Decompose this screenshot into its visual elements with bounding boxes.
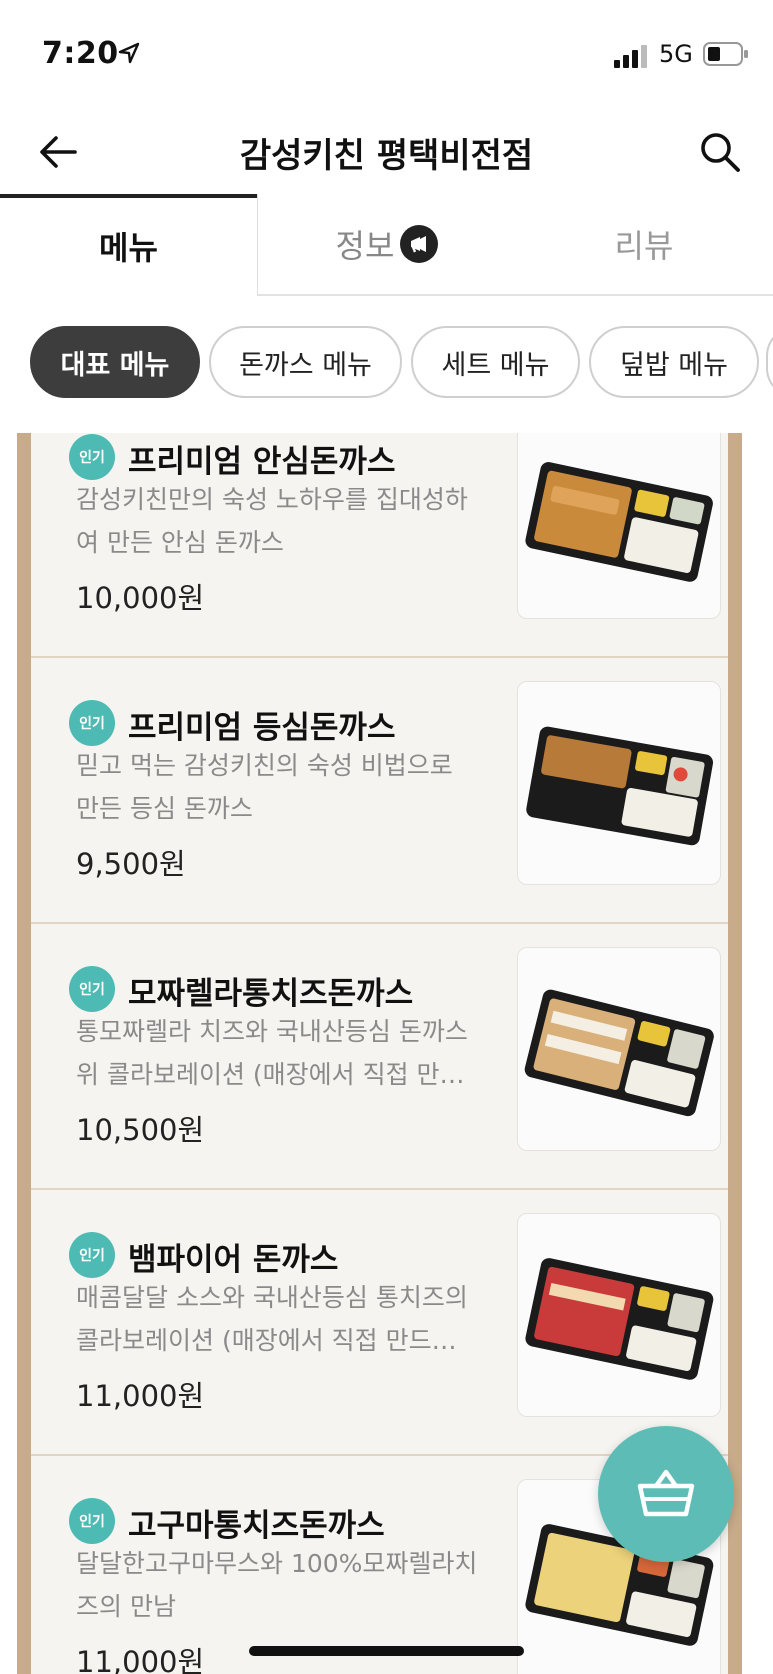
menu-item-desc-line1: 통모짜렐라 치즈와 국내산등심 돈까스 (76, 1017, 468, 1046)
menu-item-name: 뱀파이어 돈까스 (128, 1242, 339, 1278)
menu-item-price: 9,500원 (76, 847, 186, 881)
lunchbox-image (525, 1258, 714, 1380)
popular-badge: 인기 (69, 1232, 115, 1278)
menu-item-desc-line1: 믿고 먹는 감성키친의 숙성 비법으로 (76, 751, 453, 780)
lunchbox-image (526, 726, 714, 846)
menu-item-name: 고구마통치즈돈까스 (128, 1508, 385, 1544)
status-bar: 7:20 5G (0, 0, 773, 110)
menu-item-desc-line1: 감성키친만의 숙성 노하우를 집대성하 (76, 485, 468, 514)
menu-item-desc-line2: 여 만든 안심 돈까스 (76, 528, 284, 557)
popular-badge: 인기 (69, 966, 115, 1012)
lunchbox-image (524, 989, 714, 1117)
network-type: 5G (659, 40, 693, 68)
tab-menu-label: 메뉴 (99, 229, 158, 267)
menu-item-price: 10,000원 (76, 581, 205, 615)
page-title: 감성키친 평택비전점 (239, 136, 534, 176)
menu-item-photo (517, 947, 721, 1151)
category-chips: 대표 메뉴 돈까스 메뉴 세트 메뉴 덮밥 메뉴 (0, 326, 773, 402)
menu-item-name: 프리미엄 안심돈까스 (128, 444, 396, 480)
popular-badge: 인기 (69, 1498, 115, 1544)
cellular-signal-icon (614, 45, 647, 68)
menu-item[interactable]: 인기 프리미엄 안심돈까스 감성키친만의 숙성 노하우를 집대성하 여 만든 안… (31, 433, 728, 658)
tab-info[interactable]: 정보 (257, 194, 516, 294)
chip-signature-menu[interactable]: 대표 메뉴 (30, 326, 200, 398)
chip-more[interactable] (766, 326, 773, 398)
popular-badge: 인기 (69, 434, 115, 480)
basket-icon (637, 1469, 695, 1517)
chip-donkatsu-menu[interactable]: 돈까스 메뉴 (209, 326, 402, 398)
menu-item-desc-line2: 콜라보레이션 (매장에서 직접 만드… (76, 1326, 457, 1355)
menu-item-price: 10,500원 (76, 1113, 205, 1147)
cart-button[interactable] (598, 1426, 734, 1562)
menu-item[interactable]: 인기 모짜렐라통치즈돈까스 통모짜렐라 치즈와 국내산등심 돈까스 위 콜라보레… (31, 924, 728, 1190)
menu-item-desc-line2: 위 콜라보레이션 (매장에서 직접 만… (76, 1060, 465, 1089)
menu-item[interactable]: 인기 프리미엄 등심돈까스 믿고 먹는 감성키친의 숙성 비법으로 만든 등심 … (31, 658, 728, 924)
location-arrow-icon (118, 42, 140, 64)
popular-badge: 인기 (69, 700, 115, 746)
lunchbox-image (525, 462, 713, 582)
tab-review[interactable]: 리뷰 (515, 194, 773, 294)
menu-item-desc-line1: 매콤달달 소스와 국내산등심 통치즈의 (76, 1283, 468, 1312)
menu-item[interactable]: 인기 뱀파이어 돈까스 매콤달달 소스와 국내산등심 통치즈의 콜라보레이션 (… (31, 1190, 728, 1456)
store-tabs: 메뉴 정보 리뷰 (0, 194, 773, 296)
tab-divider (257, 294, 773, 296)
menu-item-price: 11,000원 (76, 1645, 205, 1674)
battery-icon (703, 42, 748, 66)
menu-item-name: 프리미엄 등심돈까스 (128, 710, 396, 746)
menu-item-photo (517, 681, 721, 885)
search-icon (701, 133, 740, 172)
chip-rice-bowl-menu[interactable]: 덮밥 메뉴 (589, 326, 759, 398)
menu-item-desc-line2: 만든 등심 돈까스 (76, 794, 253, 823)
search-button[interactable] (692, 124, 748, 180)
menu-item-photo (517, 433, 721, 619)
menu-item-desc-line2: 즈의 만남 (76, 1592, 176, 1621)
menu-item-desc-line1: 달달한고구마무스와 100%모짜렐라치 (76, 1549, 478, 1578)
tab-review-label: 리뷰 (614, 227, 674, 265)
status-time: 7:20 (42, 36, 119, 71)
home-indicator (249, 1646, 524, 1656)
app-header: 감성키친 평택비전점 (0, 110, 773, 196)
tab-menu[interactable]: 메뉴 (0, 194, 257, 294)
menu-item-price: 11,000원 (76, 1379, 205, 1413)
menu-item-photo (517, 1213, 721, 1417)
megaphone-icon (400, 225, 439, 263)
menu-item-name: 모짜렐라통치즈돈까스 (128, 976, 414, 1012)
chip-set-menu[interactable]: 세트 메뉴 (411, 326, 580, 398)
tab-info-label: 정보 (335, 227, 395, 265)
